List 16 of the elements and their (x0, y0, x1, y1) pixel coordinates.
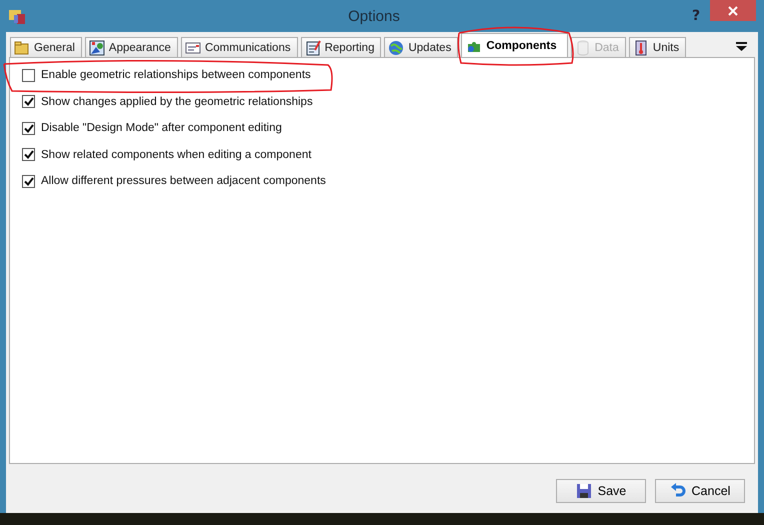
tab[interactable]: General (10, 37, 82, 57)
tab[interactable]: Components (461, 33, 568, 57)
help-button[interactable]: ? (682, 8, 710, 24)
cancel-button[interactable]: Cancel (655, 479, 745, 503)
tab[interactable]: Units (628, 37, 686, 57)
checkbox-label: Disable "Design Mode" after component editing (41, 122, 282, 134)
checkbox-label: Show changes applied by the geometric relationships (41, 96, 313, 108)
tab[interactable]: Reporting (300, 37, 382, 57)
tab[interactable]: Updates (384, 37, 458, 57)
tab[interactable]: Communications (180, 37, 298, 57)
checkbox-label: Allow different pressures between adjacent components (41, 175, 326, 188)
save-button[interactable]: Save (556, 479, 646, 503)
tab[interactable]: Appearance (84, 37, 178, 57)
checkbox-label: Show related components when editing a component (41, 148, 312, 161)
checkbox-label: Enable geometric relationships between components (41, 69, 311, 82)
window-title: Options (347, 8, 401, 24)
